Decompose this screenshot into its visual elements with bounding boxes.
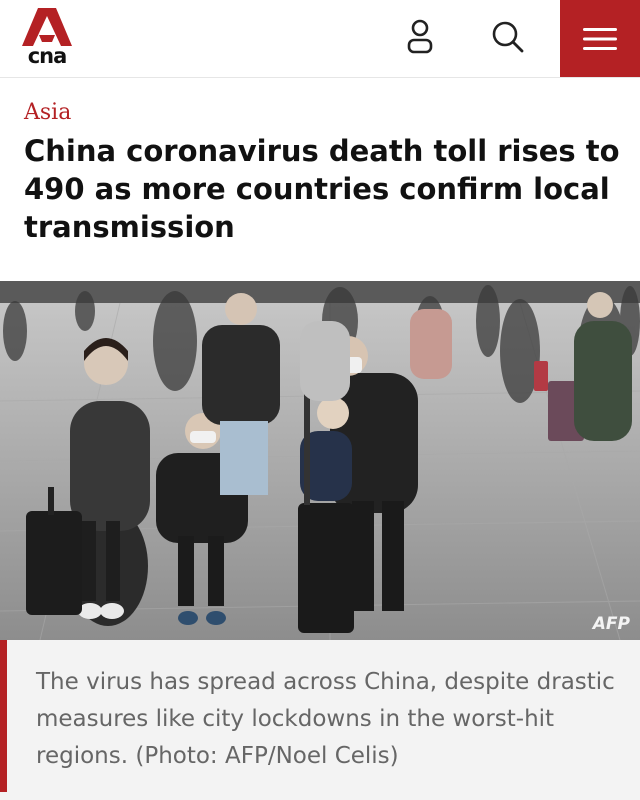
article-headline: China coronavirus death toll rises to 49… (24, 134, 620, 244)
article-hero-photo[interactable]: AFP (0, 281, 640, 640)
photo-illustration (0, 281, 640, 640)
user-icon (407, 19, 433, 54)
site-header: cna (0, 0, 640, 78)
article-category-link[interactable]: Asia (24, 100, 71, 125)
search-button[interactable] (486, 14, 530, 60)
account-button[interactable] (398, 14, 442, 60)
photo-agency-watermark: AFP (592, 614, 630, 634)
photo-caption: The virus has spread across China, despi… (36, 669, 615, 769)
cna-logo-mark-icon (22, 8, 72, 46)
search-icon (492, 21, 524, 53)
photo-caption-box: The virus has spread across China, despi… (0, 640, 640, 800)
caption-accent-bar (0, 640, 7, 792)
cna-logo[interactable]: cna (22, 8, 72, 70)
logo-wordmark: cna (27, 44, 68, 68)
menu-button[interactable] (560, 0, 640, 77)
hamburger-menu-icon (583, 27, 617, 50)
